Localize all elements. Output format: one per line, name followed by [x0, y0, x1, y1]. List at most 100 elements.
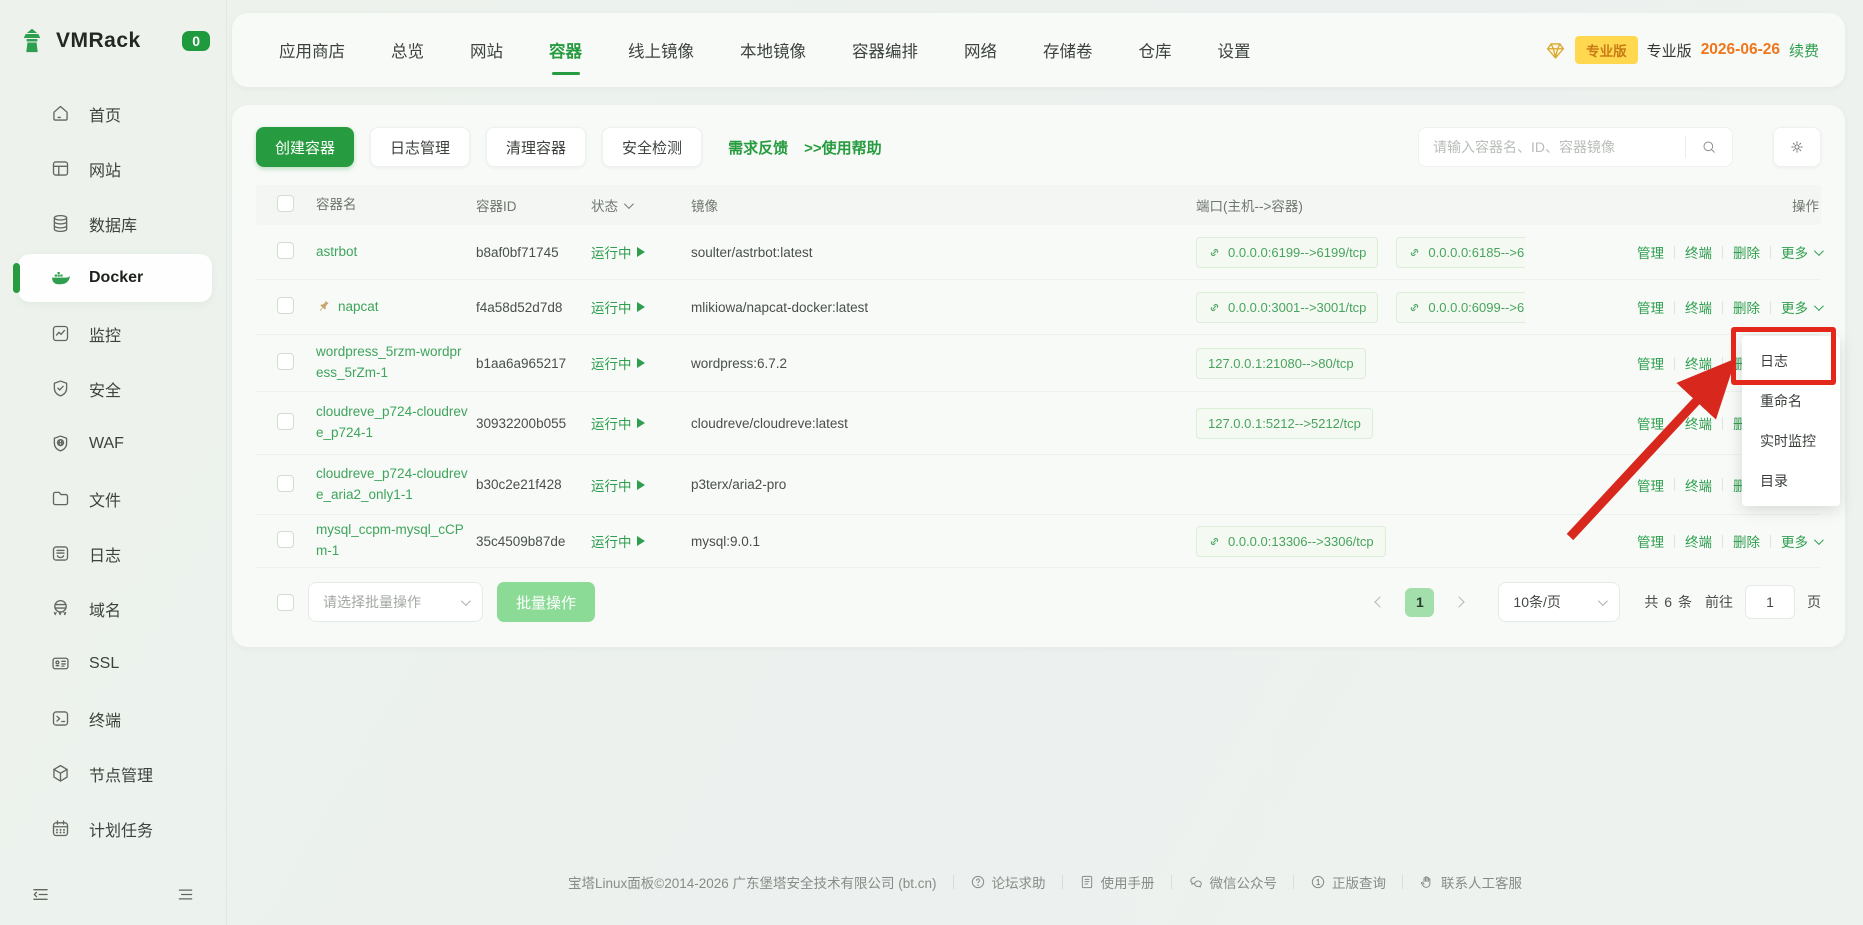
batch-apply-button[interactable]: 批量操作	[497, 582, 595, 622]
port-mapping-chip[interactable]: 0.0.0.0:6199-->6199/tcp	[1196, 237, 1378, 268]
row-checkbox[interactable]	[277, 475, 294, 492]
tab-website[interactable]: 网站	[447, 13, 526, 87]
menu-list-icon[interactable]	[175, 884, 196, 905]
port-mapping-chip[interactable]: 0.0.0.0:6185-->6	[1396, 237, 1525, 268]
sidebar-item-ssl[interactable]: SSL	[0, 636, 226, 691]
footer-link-verify[interactable]: 正版查询	[1310, 872, 1386, 892]
sidebar-item-website[interactable]: 网站	[0, 141, 226, 196]
container-name-link[interactable]: astrbot	[316, 242, 357, 263]
prev-page-button[interactable]	[1367, 588, 1393, 616]
status-running[interactable]: 运行中	[591, 531, 691, 551]
port-mapping-chip[interactable]: 127.0.0.1:21080-->80/tcp	[1196, 348, 1366, 379]
row-checkbox[interactable]	[277, 413, 294, 430]
action-manage[interactable]: 管理	[1637, 297, 1664, 317]
sidebar-item-waf[interactable]: WAF	[0, 416, 226, 471]
tab-network[interactable]: 网络	[941, 13, 1020, 87]
action-terminal[interactable]: 终端	[1685, 353, 1712, 373]
container-name-link[interactable]: mysql_ccpm-mysql_cCPm-1	[316, 520, 468, 562]
container-name-link[interactable]: wordpress_5rzm-wordpress_5rZm-1	[316, 342, 468, 384]
clean-containers-button[interactable]: 清理容器	[486, 127, 586, 167]
select-all-checkbox[interactable]	[277, 195, 294, 212]
tab-settings[interactable]: 设置	[1195, 13, 1274, 87]
security-check-button[interactable]: 安全检测	[602, 127, 702, 167]
next-page-button[interactable]	[1446, 588, 1472, 616]
status-running[interactable]: 运行中	[591, 475, 691, 495]
pro-badge[interactable]: 专业版	[1575, 36, 1638, 64]
page-size-select[interactable]: 10条/页	[1498, 582, 1620, 622]
port-mapping-chip[interactable]: 0.0.0.0:13306-->3306/tcp	[1196, 526, 1386, 557]
tab-overview[interactable]: 总览	[368, 13, 447, 87]
container-name-link[interactable]: cloudreve_p724-cloudreve_aria2_only1-1	[316, 464, 468, 506]
search-icon[interactable]	[1686, 128, 1732, 166]
port-mapping-chip[interactable]: 0.0.0.0:6099-->6	[1396, 292, 1525, 323]
footer-link-wechat[interactable]: 微信公众号	[1188, 872, 1278, 892]
tab-app-store[interactable]: 应用商店	[256, 13, 368, 87]
collapse-sidebar-icon[interactable]	[30, 884, 51, 905]
page-number-current[interactable]: 1	[1405, 588, 1434, 617]
tab-compose[interactable]: 容器编排	[829, 13, 941, 87]
sidebar-item-cron[interactable]: 计划任务	[0, 801, 226, 856]
status-running[interactable]: 运行中	[591, 353, 691, 373]
goto-page-input[interactable]	[1745, 585, 1795, 619]
sidebar-item-docker[interactable]: Docker	[18, 254, 212, 302]
footer-link-forum[interactable]: 论坛求助	[970, 872, 1046, 892]
sidebar-item-monitor[interactable]: 监控	[0, 306, 226, 361]
action-delete[interactable]: 删除	[1733, 242, 1760, 262]
tab-remote-images[interactable]: 线上镜像	[605, 13, 717, 87]
footer-link-manual[interactable]: 使用手册	[1079, 872, 1155, 892]
port-mapping-chip[interactable]: 127.0.0.1:5212-->5212/tcp	[1196, 408, 1373, 439]
action-manage[interactable]: 管理	[1637, 475, 1664, 495]
row-checkbox[interactable]	[277, 297, 294, 314]
action-manage[interactable]: 管理	[1637, 531, 1664, 551]
port-mapping-chip[interactable]: 0.0.0.0:3001-->3001/tcp	[1196, 292, 1378, 323]
batch-select-all-checkbox[interactable]	[277, 594, 294, 611]
status-running[interactable]: 运行中	[591, 297, 691, 317]
sidebar-item-database[interactable]: 数据库	[0, 196, 226, 251]
settings-gear-button[interactable]	[1773, 127, 1821, 167]
sidebar-item-nodes[interactable]: 节点管理	[0, 746, 226, 801]
container-name-link[interactable]: napcat	[338, 297, 379, 318]
log-manage-button[interactable]: 日志管理	[370, 127, 470, 167]
search-input[interactable]	[1419, 139, 1685, 155]
row-checkbox[interactable]	[277, 242, 294, 259]
status-running[interactable]: 运行中	[591, 242, 691, 262]
sidebar-item-security[interactable]: 安全	[0, 361, 226, 416]
context-menu-item-monitor[interactable]: 实时监控	[1742, 421, 1840, 461]
sidebar-item-logs[interactable]: 日志	[0, 526, 226, 581]
notification-count-badge[interactable]: 0	[182, 31, 210, 51]
tab-containers[interactable]: 容器	[526, 13, 605, 87]
context-menu-item-logs[interactable]: 日志	[1742, 341, 1840, 381]
sidebar-item-terminal[interactable]: 终端	[0, 691, 226, 746]
header-status-filter[interactable]: 状态	[591, 195, 691, 215]
action-terminal[interactable]: 终端	[1685, 413, 1712, 433]
action-terminal[interactable]: 终端	[1685, 297, 1712, 317]
sidebar-item-home[interactable]: 首页	[0, 86, 226, 141]
action-manage[interactable]: 管理	[1637, 413, 1664, 433]
row-checkbox[interactable]	[277, 531, 294, 548]
feedback-link[interactable]: 需求反馈	[728, 137, 788, 158]
batch-action-select[interactable]: 请选择批量操作	[308, 582, 483, 622]
action-more[interactable]: 更多	[1781, 531, 1821, 551]
action-more[interactable]: 更多	[1781, 242, 1821, 262]
action-delete[interactable]: 删除	[1733, 531, 1760, 551]
context-menu-item-directory[interactable]: 目录	[1742, 461, 1840, 501]
help-link[interactable]: >>使用帮助	[804, 137, 882, 158]
action-delete[interactable]: 删除	[1733, 297, 1760, 317]
action-manage[interactable]: 管理	[1637, 353, 1664, 373]
action-terminal[interactable]: 终端	[1685, 242, 1712, 262]
action-terminal[interactable]: 终端	[1685, 531, 1712, 551]
sidebar-item-domain[interactable]: 域名	[0, 581, 226, 636]
tab-local-images[interactable]: 本地镜像	[717, 13, 829, 87]
tab-registry[interactable]: 仓库	[1116, 13, 1195, 87]
sidebar-item-files[interactable]: 文件	[0, 471, 226, 526]
renew-link[interactable]: 续费	[1789, 40, 1819, 61]
status-running[interactable]: 运行中	[591, 413, 691, 433]
context-menu-item-rename[interactable]: 重命名	[1742, 381, 1840, 421]
container-name-link[interactable]: cloudreve_p724-cloudreve_p724-1	[316, 402, 468, 444]
action-terminal[interactable]: 终端	[1685, 475, 1712, 495]
action-manage[interactable]: 管理	[1637, 242, 1664, 262]
action-more[interactable]: 更多	[1781, 297, 1821, 317]
create-container-button[interactable]: 创建容器	[256, 127, 354, 167]
footer-link-support[interactable]: 联系人工客服	[1419, 872, 1522, 892]
row-checkbox[interactable]	[277, 353, 294, 370]
